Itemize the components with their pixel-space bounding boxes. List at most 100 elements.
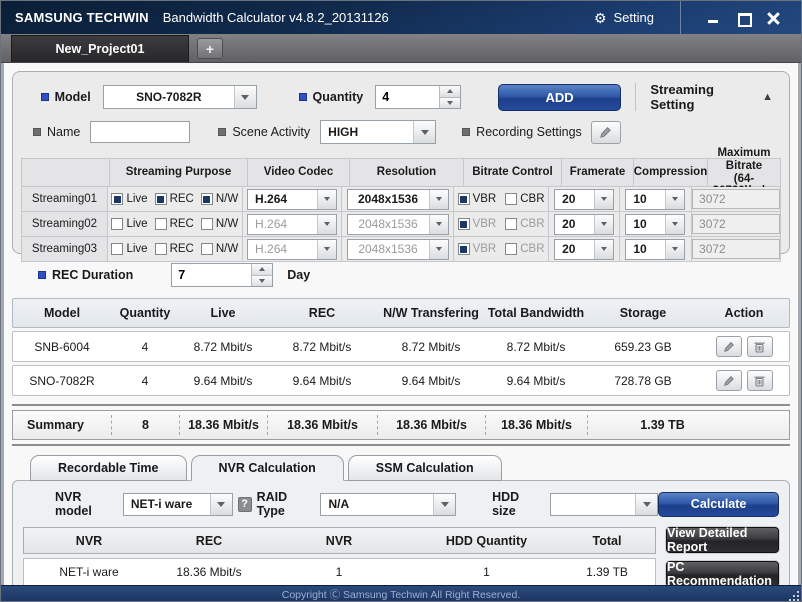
col-nvr: NVR <box>24 534 154 548</box>
raid-type-dropdown[interactable]: N/A <box>320 493 456 516</box>
cbr-checkbox[interactable] <box>505 243 517 255</box>
add-project-tab-button[interactable]: + <box>197 38 223 59</box>
delete-row-button[interactable] <box>747 336 773 357</box>
streaming-row-03: Streaming03 Live REC N/W H.264 2048x1536… <box>22 237 781 262</box>
name-bullet-icon <box>33 128 41 136</box>
col-nvr-count: NVR <box>264 534 414 548</box>
compression-dropdown[interactable]: 10 <box>625 214 685 235</box>
video-codec-dropdown[interactable]: H.264 <box>247 214 337 235</box>
nw-checkbox[interactable] <box>201 193 213 205</box>
add-button[interactable]: ADD <box>498 84 622 111</box>
nw-checkbox[interactable] <box>201 218 213 230</box>
scene-activity-value: HIGH <box>321 125 413 139</box>
view-detailed-report-button[interactable]: View Detailed Report <box>666 527 779 553</box>
pencil-icon <box>723 341 735 353</box>
chevron-down-icon <box>594 240 613 259</box>
cbr-checkbox[interactable] <box>505 218 517 230</box>
total-cell: 9.64 Mbit/s <box>485 374 587 388</box>
recording-settings-edit-button[interactable] <box>591 121 621 144</box>
resolution-dropdown[interactable]: 2048x1536 <box>347 214 449 235</box>
tab-ssm-calculation[interactable]: SSM Calculation <box>348 455 502 481</box>
vbr-checkbox[interactable] <box>458 193 470 205</box>
nw-label: N/W <box>216 243 238 255</box>
vbr-checkbox[interactable] <box>458 218 470 230</box>
nw-checkbox[interactable] <box>201 243 213 255</box>
col-rec: REC <box>267 306 377 320</box>
quantity-up-icon[interactable] <box>440 86 460 97</box>
streaming-setting-toggle[interactable]: Streaming Setting ▲ <box>650 82 783 112</box>
rec-checkbox[interactable] <box>155 218 167 230</box>
col-streaming-purpose: Streaming Purpose <box>110 159 248 187</box>
nw-cell: 9.64 Mbit/s <box>377 374 485 388</box>
nvr-model-dropdown[interactable]: NET-i ware <box>123 493 233 516</box>
setting-button[interactable]: ⚙ Setting <box>568 1 680 34</box>
resolution-dropdown[interactable]: 2048x1536 <box>347 189 449 210</box>
rec-duration-down-icon[interactable] <box>252 275 272 287</box>
quantity-bullet-icon <box>299 93 307 101</box>
compression-dropdown[interactable]: 10 <box>625 239 685 260</box>
tab-new-project01[interactable]: New_Project01 <box>11 35 189 62</box>
resolution-dropdown[interactable]: 2048x1536 <box>347 239 449 260</box>
framerate-dropdown[interactable]: 20 <box>554 214 614 235</box>
summary-total: 18.36 Mbit/s <box>485 415 587 435</box>
quantity-input[interactable] <box>376 86 439 108</box>
summary-rec: 18.36 Mbit/s <box>267 415 377 435</box>
edit-row-button[interactable] <box>716 370 742 391</box>
col-resolution: Resolution <box>350 159 464 187</box>
tab-recordable-time[interactable]: Recordable Time <box>30 455 187 481</box>
nvr-model-label: NVR model <box>55 490 117 518</box>
calculate-button[interactable]: Calculate <box>658 492 779 517</box>
rec-checkbox[interactable] <box>155 243 167 255</box>
hdd-size-dropdown[interactable] <box>550 493 658 516</box>
edit-row-button[interactable] <box>716 336 742 357</box>
chevron-down-icon <box>665 215 684 234</box>
max-bitrate-field: 3072 <box>692 214 780 234</box>
rec-duration-up-icon[interactable] <box>252 264 272 275</box>
results-table: Model Quantity Live REC N/W Transfering … <box>12 298 790 396</box>
maximize-icon[interactable] <box>737 11 751 25</box>
summary-section: Summary 8 18.36 Mbit/s 18.36 Mbit/s 18.3… <box>12 404 790 446</box>
framerate-dropdown[interactable]: 20 <box>554 239 614 260</box>
rec-checkbox[interactable] <box>155 193 167 205</box>
table-row: SNB-6004 4 8.72 Mbit/s 8.72 Mbit/s 8.72 … <box>12 331 790 362</box>
brand-text: SAMSUNG TECHWIN <box>15 10 149 25</box>
model-dropdown[interactable]: SNO-7082R <box>103 85 257 109</box>
name-input[interactable] <box>90 121 190 143</box>
tab-nvr-calculation[interactable]: NVR Calculation <box>191 455 344 481</box>
table-row: NET-i ware 18.36 Mbit/s 1 1 1.39 TB <box>23 558 656 585</box>
col-video-codec: Video Codec <box>248 159 350 187</box>
name-label: Name <box>47 125 80 139</box>
scene-activity-bullet-icon <box>218 128 226 136</box>
pencil-icon <box>599 126 612 139</box>
col-bitrate-control: Bitrate Control <box>464 159 562 187</box>
close-icon[interactable] <box>767 11 781 25</box>
section-divider <box>635 83 636 111</box>
cbr-checkbox[interactable] <box>505 193 517 205</box>
summary-storage: 1.39 TB <box>587 415 737 435</box>
vbr-label: VBR <box>473 243 497 255</box>
scene-activity-dropdown[interactable]: HIGH <box>320 120 436 144</box>
hdd-quantity-cell: 1 <box>414 565 559 579</box>
framerate-dropdown[interactable]: 20 <box>554 189 614 210</box>
delete-row-button[interactable] <box>747 370 773 391</box>
vbr-checkbox[interactable] <box>458 243 470 255</box>
live-checkbox[interactable] <box>111 218 123 230</box>
streaming-row-label: Streaming02 <box>22 212 108 237</box>
live-cell: 8.72 Mbit/s <box>179 340 267 354</box>
pc-recommendation-button[interactable]: PC Recommendation <box>666 561 779 585</box>
quantity-down-icon[interactable] <box>440 97 460 109</box>
minimize-icon[interactable] <box>707 11 721 25</box>
resize-grip[interactable] <box>786 588 799 601</box>
video-codec-dropdown[interactable]: H.264 <box>247 239 337 260</box>
trash-icon <box>754 375 765 387</box>
project-tab-label: New_Project01 <box>56 42 145 56</box>
vbr-label: VBR <box>473 218 497 230</box>
rec-cell: 9.64 Mbit/s <box>267 374 377 388</box>
live-checkbox[interactable] <box>111 193 123 205</box>
raid-type-value: N/A <box>321 497 433 511</box>
video-codec-dropdown[interactable]: H.264 <box>247 189 337 210</box>
compression-dropdown[interactable]: 10 <box>625 189 685 210</box>
live-checkbox[interactable] <box>111 243 123 255</box>
rec-duration-input[interactable] <box>172 264 251 286</box>
help-icon[interactable]: ? <box>238 497 252 512</box>
